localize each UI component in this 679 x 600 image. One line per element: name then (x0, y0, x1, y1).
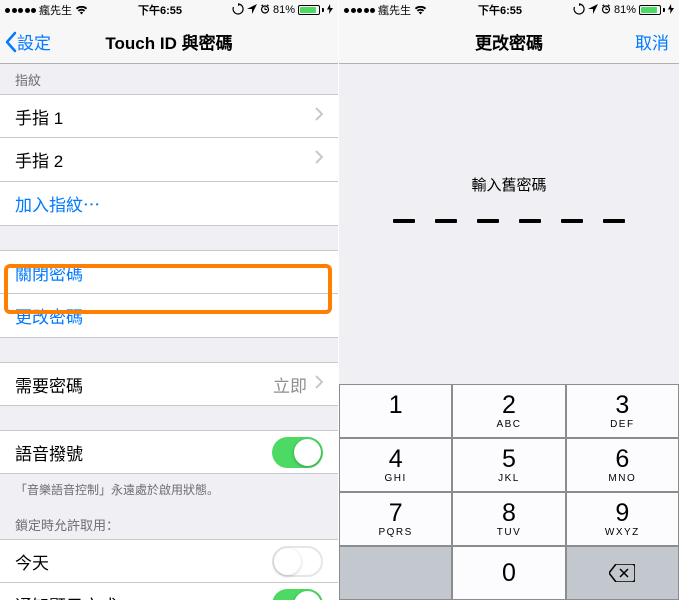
chevron-right-icon (315, 150, 323, 169)
row-label: 通知顯示方式 (15, 592, 272, 600)
battery-icon (298, 5, 324, 15)
status-bar: 瘋先生 下午6:55 81% (0, 0, 338, 20)
alarm-icon (601, 4, 611, 17)
chevron-right-icon (315, 107, 323, 126)
key-3[interactable]: 3DEF (566, 384, 679, 438)
status-time: 下午6:55 (478, 2, 522, 18)
row-label: 關閉密碼 (15, 260, 323, 285)
toggle-today[interactable] (272, 546, 323, 577)
signal-dots-icon (344, 8, 375, 13)
row-add-fingerprint[interactable]: 加入指紋⋯ (0, 182, 338, 226)
key-5[interactable]: 5JKL (452, 438, 565, 492)
row-notification-view: 通知顯示方式 (0, 583, 338, 600)
charging-icon (668, 4, 674, 17)
row-voice-dial: 語音撥號 (0, 430, 338, 474)
battery-icon (639, 5, 665, 15)
chevron-right-icon (315, 375, 323, 394)
row-turn-off-passcode[interactable]: 關閉密碼 (0, 250, 338, 294)
key-8[interactable]: 8TUV (452, 492, 565, 546)
carrier-label: 瘋先生 (378, 2, 411, 18)
status-bar: 瘋先生 下午6:55 81% (339, 0, 679, 20)
section-header-fingerprints: 指紋 (0, 64, 338, 94)
key-2[interactable]: 2ABC (452, 384, 565, 438)
alarm-icon (260, 4, 270, 17)
battery-percent: 81% (273, 4, 295, 16)
key-9[interactable]: 9WXYZ (566, 492, 679, 546)
wifi-icon (414, 6, 427, 15)
row-label: 加入指紋⋯ (15, 191, 323, 216)
backspace-icon (609, 564, 635, 582)
phone-settings-touchid: 瘋先生 下午6:55 81% 設定 (0, 0, 339, 600)
passcode-prompt: 輸入舊密碼 (339, 174, 679, 195)
key-4[interactable]: 4GHI (339, 438, 452, 492)
key-7[interactable]: 7PQRS (339, 492, 452, 546)
row-label: 語音撥號 (15, 440, 272, 465)
sync-icon (573, 3, 585, 18)
cancel-button[interactable]: 取消 (635, 29, 669, 54)
key-backspace[interactable] (566, 546, 679, 600)
key-blank (339, 546, 452, 600)
wifi-icon (75, 6, 88, 15)
back-button[interactable]: 設定 (0, 29, 51, 54)
row-detail: 立即 (273, 372, 307, 397)
key-6[interactable]: 6MNO (566, 438, 679, 492)
location-arrow-icon (247, 4, 257, 17)
row-change-passcode[interactable]: 更改密碼 (0, 294, 338, 338)
row-label: 更改密碼 (15, 303, 323, 328)
row-finger-2[interactable]: 手指 2 (0, 138, 338, 182)
navbar: 設定 Touch ID 與密碼 (0, 20, 338, 64)
row-require-passcode[interactable]: 需要密碼 立即 (0, 362, 338, 406)
key-0[interactable]: 0 (452, 546, 565, 600)
signal-dots-icon (5, 8, 36, 13)
battery-percent: 81% (614, 4, 636, 16)
section-header-allow-when-locked: 鎖定時允許取用： (0, 505, 338, 539)
row-label: 今天 (15, 549, 272, 574)
sync-icon (232, 3, 244, 18)
navbar: 更改密碼 取消 (339, 20, 679, 64)
key-1[interactable]: 1 (339, 384, 452, 438)
charging-icon (327, 4, 333, 17)
passcode-field (339, 219, 679, 223)
number-keypad: 1 2ABC 3DEF 4GHI 5JKL 6MNO 7PQRS 8TUV 9W… (339, 384, 679, 600)
toggle-voice-dial[interactable] (272, 437, 323, 468)
back-label: 設定 (17, 29, 51, 54)
voice-dial-note: 「音樂語音控制」永遠處於啟用狀態。 (0, 474, 338, 505)
toggle-notification-view[interactable] (272, 589, 323, 600)
status-time: 下午6:55 (138, 2, 182, 18)
row-label: 手指 2 (15, 147, 315, 172)
page-title: 更改密碼 (339, 29, 679, 54)
phone-change-passcode: 瘋先生 下午6:55 81% 更改密碼 取消 (339, 0, 679, 600)
row-label: 手指 1 (15, 104, 315, 129)
row-today: 今天 (0, 539, 338, 583)
row-label: 需要密碼 (15, 372, 273, 397)
location-arrow-icon (588, 4, 598, 17)
carrier-label: 瘋先生 (39, 2, 72, 18)
row-finger-1[interactable]: 手指 1 (0, 94, 338, 138)
